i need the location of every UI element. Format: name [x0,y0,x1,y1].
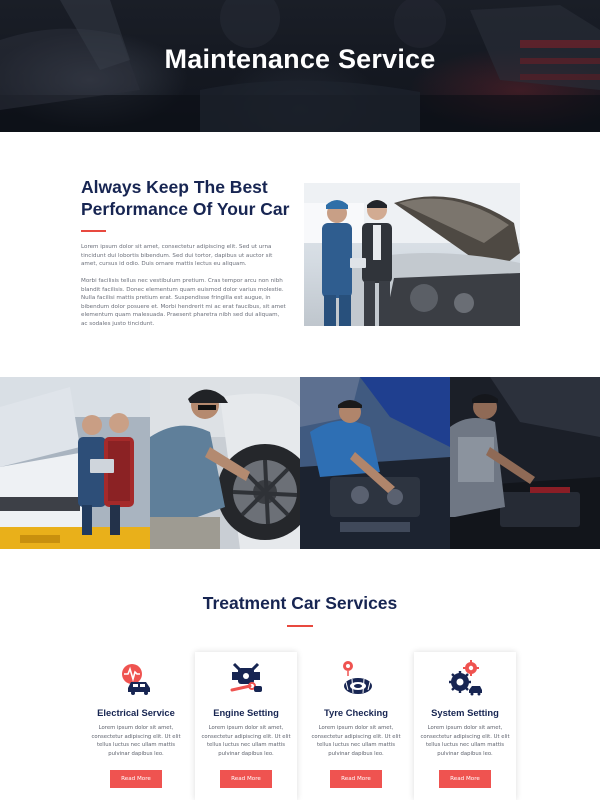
service-card-system: System Setting Lorem ipsum dolor sit ame… [414,652,516,800]
services-title-divider [287,625,313,627]
about-photo [304,183,520,326]
service-card-title: Tyre Checking [324,707,388,718]
about-heading-line-2: Performance Of Your Car [81,199,290,219]
read-more-button[interactable]: Read More [330,770,382,788]
services-title: Treatment Car Services [202,593,398,613]
about-heading-divider [81,230,106,232]
mechanic-changing-wheel-photo-art [150,377,300,549]
mechanic-at-night-photo-art [450,377,600,549]
service-card-engine: Engine Setting Lorem ipsum dolor sit ame… [195,652,297,800]
about-heading-line-1: Always Keep The Best [81,177,268,197]
service-card-electrical: Electrical Service Lorem ipsum dolor sit… [85,652,187,800]
engine-wrench-icon [228,660,264,696]
service-card-text: Lorem ipsum dolor sit amet, consectetur … [311,725,401,757]
service-card-title: Electrical Service [97,707,175,718]
service-card-text: Lorem ipsum dolor sit amet, consectetur … [91,725,181,757]
gallery-photo-1 [0,377,150,549]
about-paragraph-2: Morbi facilisis tellus nec vestibulum pr… [81,278,286,327]
service-card-title: System Setting [431,707,499,718]
mechanic-and-client-photo-art [304,183,520,326]
mechanic-under-hood-photo-art [300,377,450,549]
electrical-car-icon [118,660,154,696]
page-title: Maintenance Service [164,44,436,74]
read-more-button[interactable]: Read More [220,770,272,788]
mechanics-with-laptop-photo-art [0,377,150,549]
hero-banner: Maintenance Service [0,0,600,132]
photo-gallery [0,377,600,549]
service-card-text: Lorem ipsum dolor sit amet, consectetur … [201,725,291,757]
read-more-button[interactable]: Read More [439,770,491,788]
about-heading: Always Keep The Best Performance Of Your… [81,176,301,220]
gallery-photo-2 [150,377,300,549]
gallery-photo-4 [450,377,600,549]
service-card-text: Lorem ipsum dolor sit amet, consectetur … [420,725,510,757]
about-paragraph-1: Lorem ipsum dolor sit amet, consectetur … [81,244,273,268]
service-card-tyre: Tyre Checking Lorem ipsum dolor sit amet… [305,652,407,800]
tyre-pressure-icon [338,660,374,696]
gears-car-icon [447,660,483,696]
gallery-photo-3 [300,377,450,549]
read-more-button[interactable]: Read More [110,770,162,788]
service-card-title: Engine Setting [213,707,279,718]
